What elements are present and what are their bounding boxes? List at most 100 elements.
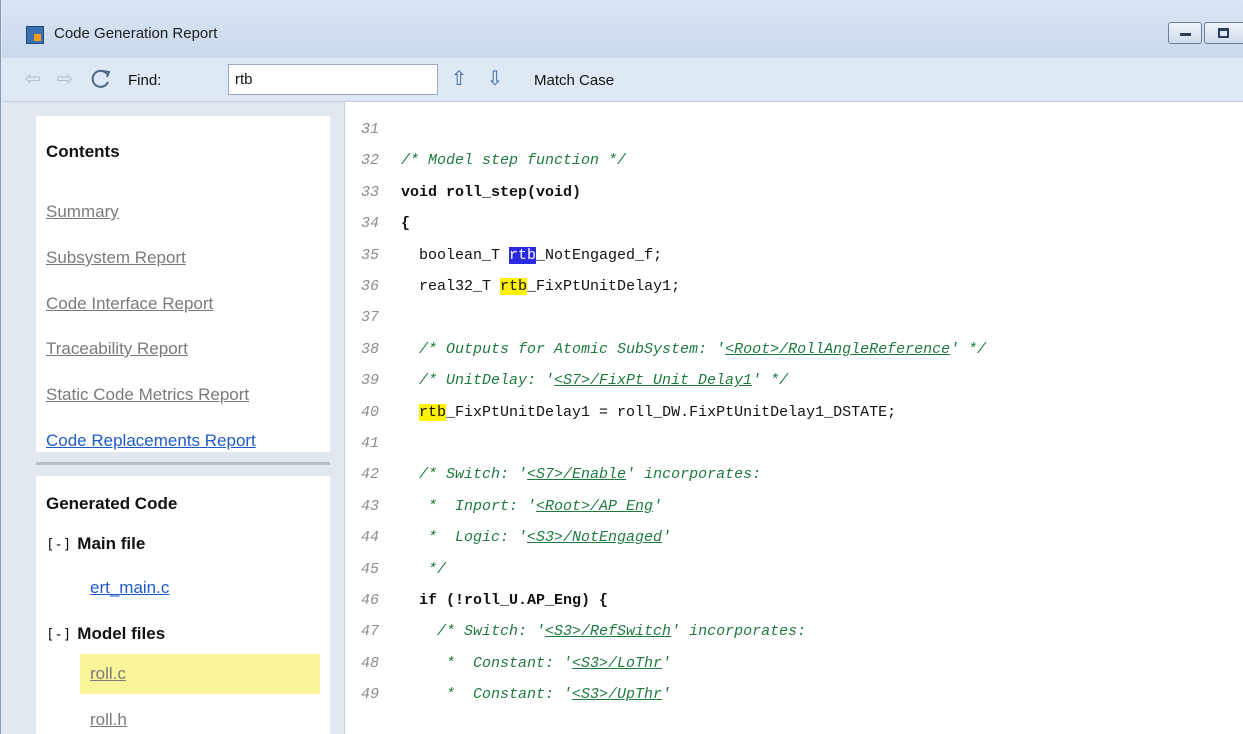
code-comment: * Inport: ' bbox=[401, 497, 537, 515]
trace-link[interactable]: <S3>/NotEngaged bbox=[527, 529, 662, 546]
find-previous-icon[interactable]: ⇧ bbox=[448, 68, 470, 90]
code-comment: ' bbox=[653, 497, 663, 515]
code-text: if (!roll_U.AP_Eng) { bbox=[401, 587, 608, 615]
code-comment: /* Model step function */ bbox=[401, 152, 627, 170]
toolbar: ⇦ ⇨ Find: ⇧ ⇩ Match Case bbox=[2, 58, 1243, 102]
group-main-file[interactable]: [-] Main file bbox=[46, 534, 145, 554]
nav-link-traceability-report[interactable]: Traceability Report bbox=[46, 339, 188, 359]
code-comment: ' */ bbox=[752, 372, 789, 390]
line-number: 37 bbox=[361, 309, 380, 327]
code-token: _FixPtUnitDelay1; bbox=[527, 278, 681, 295]
code-text: real32_T rtb_FixPtUnitDelay1; bbox=[401, 273, 680, 301]
code-text: /* Switch: '<S7>/Enable' incorporates: bbox=[401, 461, 761, 489]
code-text: /* UnitDelay: '<S7>/FixPt Unit Delay1' *… bbox=[401, 367, 788, 395]
find-input[interactable] bbox=[228, 64, 438, 95]
refresh-icon[interactable] bbox=[90, 68, 112, 90]
code-token: { bbox=[401, 215, 411, 233]
code-text: * Constant: '<S3>/UpThr' bbox=[401, 681, 671, 709]
trace-link[interactable]: <S3>/UpThr bbox=[572, 686, 662, 703]
code-comment: ' bbox=[662, 529, 672, 547]
back-arrow-icon[interactable]: ⇦ bbox=[22, 68, 44, 90]
code-comment: /* Switch: ' bbox=[401, 466, 528, 484]
file-link-roll-c[interactable]: roll.c bbox=[90, 664, 126, 684]
code-line: 34 { bbox=[345, 210, 1243, 238]
line-number: 47 bbox=[361, 623, 380, 641]
nav-link-code-interface-report[interactable]: Code Interface Report bbox=[46, 294, 213, 314]
trace-link[interactable]: <S3>/RefSwitch bbox=[545, 623, 671, 640]
code-text: rtb_FixPtUnitDelay1 = roll_DW.FixPtUnitD… bbox=[401, 399, 896, 427]
search-match-highlight: rtb bbox=[500, 278, 528, 295]
refresh-icon-svg bbox=[91, 69, 111, 88]
nav-link-code-replacements-report[interactable]: Code Replacements Report bbox=[46, 431, 256, 451]
code-line: 46 if (!roll_U.AP_Eng) { bbox=[345, 587, 1243, 615]
code-line: 40 rtb_FixPtUnitDelay1 = roll_DW.FixPtUn… bbox=[345, 399, 1243, 427]
code-comment: * Constant: ' bbox=[401, 654, 573, 672]
pane-divider[interactable] bbox=[36, 462, 330, 465]
code-comment: ' bbox=[662, 654, 672, 672]
trace-link[interactable]: <S7>/FixPt Unit Delay1 bbox=[554, 372, 752, 389]
maximize-icon bbox=[1218, 28, 1229, 38]
code-line: 49 * Constant: '<S3>/UpThr' bbox=[345, 681, 1243, 709]
code-line: 45 */ bbox=[345, 556, 1243, 584]
minimize-button[interactable] bbox=[1168, 22, 1202, 44]
nav-link-summary[interactable]: Summary bbox=[46, 202, 119, 222]
code-comment: /* UnitDelay: ' bbox=[401, 372, 555, 390]
line-number: 38 bbox=[361, 340, 380, 358]
trace-link[interactable]: <Root>/RollAngleReference bbox=[725, 341, 950, 358]
line-number: 39 bbox=[361, 372, 380, 390]
trace-link[interactable]: <Root>/AP_Eng bbox=[536, 498, 653, 515]
code-text: /* Outputs for Atomic SubSystem: '<Root>… bbox=[401, 336, 986, 364]
code-comment: /* Outputs for Atomic SubSystem: ' bbox=[401, 340, 726, 358]
code-line: 42 /* Switch: '<S7>/Enable' incorporates… bbox=[345, 461, 1243, 489]
code-line: 33 void roll_step(void) bbox=[345, 179, 1243, 207]
find-next-icon[interactable]: ⇩ bbox=[484, 68, 506, 90]
code-text: boolean_T rtb_NotEngaged_f; bbox=[401, 242, 662, 270]
contents-panel: Contents Summary Subsystem Report Code I… bbox=[36, 116, 330, 452]
line-number: 32 bbox=[361, 152, 380, 170]
nav-link-subsystem-report[interactable]: Subsystem Report bbox=[46, 248, 186, 268]
trace-link[interactable]: <S3>/LoThr bbox=[572, 655, 662, 672]
code-comment: */ bbox=[401, 560, 447, 578]
code-line: 36 real32_T rtb_FixPtUnitDelay1; bbox=[345, 273, 1243, 301]
match-case-option[interactable]: Match Case bbox=[534, 72, 614, 89]
code-token: if (!roll_U.AP_Eng) { bbox=[401, 592, 609, 609]
file-link-roll-h[interactable]: roll.h bbox=[90, 710, 127, 730]
group-label: Main file bbox=[77, 534, 146, 553]
code-text: * Inport: '<Root>/AP_Eng' bbox=[401, 493, 662, 521]
code-line: 38 /* Outputs for Atomic SubSystem: '<Ro… bbox=[345, 336, 1243, 364]
code-text: */ bbox=[401, 556, 446, 584]
code-comment: ' incorporates: bbox=[671, 623, 807, 641]
line-number: 42 bbox=[361, 466, 380, 484]
line-number: 34 bbox=[361, 215, 380, 233]
group-model-files[interactable]: [-] Model files bbox=[46, 624, 165, 644]
line-number: 46 bbox=[361, 592, 380, 609]
code-token: void roll_step(void) bbox=[401, 183, 582, 201]
generated-code-panel: Generated Code [-] Main file ert_main.c [… bbox=[36, 476, 330, 734]
code-line: 37 bbox=[345, 304, 1243, 332]
code-text: * Constant: '<S3>/LoThr' bbox=[401, 650, 671, 678]
app-icon bbox=[26, 26, 44, 44]
line-number: 36 bbox=[361, 278, 380, 295]
search-match-highlight: rtb bbox=[419, 403, 447, 421]
trace-link[interactable]: <S7>/Enable bbox=[527, 466, 626, 483]
line-number: 40 bbox=[361, 403, 380, 421]
window-title: Code Generation Report bbox=[54, 25, 218, 42]
generated-code-heading: Generated Code bbox=[46, 494, 178, 513]
code-text: void roll_step(void) bbox=[401, 179, 581, 207]
code-comment: * Constant: ' bbox=[401, 686, 573, 704]
line-number: 48 bbox=[361, 654, 380, 672]
code-line: 48 * Constant: '<S3>/LoThr' bbox=[345, 650, 1243, 678]
navigation-pane: Contents Summary Subsystem Report Code I… bbox=[2, 102, 344, 734]
nav-link-static-code-metrics-report[interactable]: Static Code Metrics Report bbox=[46, 385, 249, 405]
maximize-button[interactable] bbox=[1204, 22, 1243, 44]
find-label: Find: bbox=[128, 72, 162, 89]
code-comment: ' bbox=[662, 686, 672, 704]
code-text: { bbox=[401, 210, 410, 238]
collapse-toggle[interactable]: [-] bbox=[46, 537, 71, 553]
code-comment: /* Switch: ' bbox=[401, 623, 546, 641]
file-link-ert-main-c[interactable]: ert_main.c bbox=[90, 578, 169, 598]
forward-arrow-icon[interactable]: ⇨ bbox=[54, 68, 76, 90]
collapse-toggle[interactable]: [-] bbox=[46, 627, 71, 643]
code-line: 47 /* Switch: '<S3>/RefSwitch' incorpora… bbox=[345, 618, 1243, 646]
